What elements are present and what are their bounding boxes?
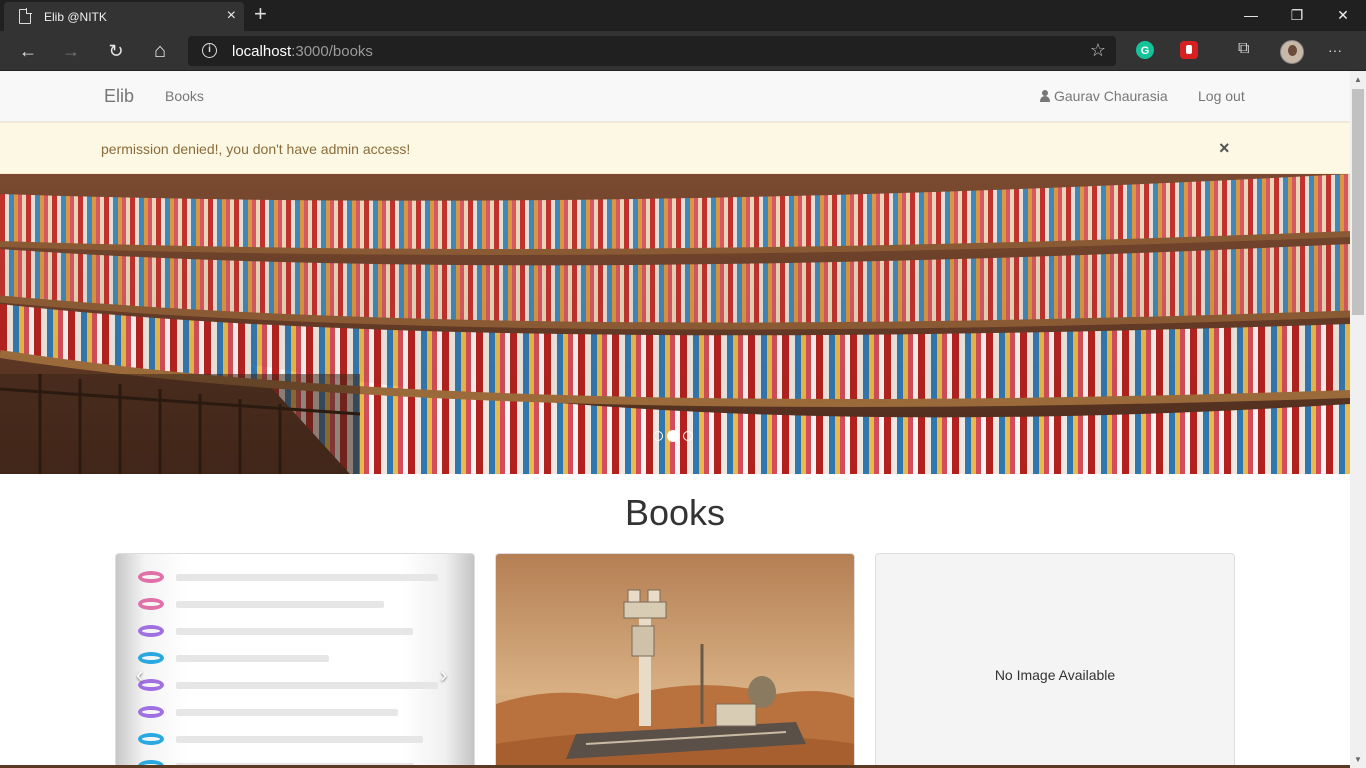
- browser-titlebar: Elib @NITK × + — ❐ ✕: [0, 0, 1366, 31]
- list-row: [138, 625, 438, 637]
- book-card[interactable]: ‹ ›: [115, 553, 475, 768]
- tab-close-icon[interactable]: ×: [227, 7, 236, 25]
- list-row: [138, 706, 438, 718]
- url-text[interactable]: localhost:3000/books: [232, 43, 373, 60]
- forward-icon[interactable]: →: [58, 39, 84, 63]
- page-icon: [19, 8, 32, 24]
- page-viewport: Elib Books Gaurav Chaurasia Log out perm…: [0, 71, 1350, 768]
- list-row: [138, 598, 438, 610]
- back-icon[interactable]: ←: [15, 39, 41, 63]
- list-row: [138, 652, 438, 664]
- mars-rover-image: [496, 554, 854, 768]
- address-bar[interactable]: i localhost:3000/books ☆: [188, 36, 1116, 66]
- url-path: :3000/books: [291, 43, 373, 60]
- profile-avatar[interactable]: [1280, 40, 1304, 64]
- user-icon: [1040, 90, 1050, 102]
- book-card[interactable]: No Image Available: [875, 553, 1235, 768]
- carousel-indicator[interactable]: [653, 430, 663, 441]
- scroll-down-icon[interactable]: ▼: [1354, 755, 1362, 764]
- list-row: [138, 679, 438, 691]
- browser-tab[interactable]: Elib @NITK ×: [4, 2, 244, 31]
- warning-alert: permission denied!, you don't have admin…: [0, 122, 1350, 174]
- carousel-indicator-active[interactable]: [667, 429, 679, 442]
- favorite-star-icon[interactable]: ☆: [1090, 40, 1106, 61]
- user-menu-link[interactable]: Gaurav Chaurasia: [1040, 88, 1168, 104]
- more-options-icon[interactable]: ···: [1328, 42, 1342, 58]
- page-heading: Books: [624, 492, 726, 533]
- url-host: localhost: [232, 43, 292, 60]
- alert-message: permission denied!, you don't have admin…: [101, 141, 411, 157]
- adblock-extension-icon[interactable]: [1180, 41, 1198, 59]
- card-prev-arrow-icon[interactable]: ‹: [136, 662, 143, 688]
- no-image-text: No Image Available: [994, 667, 1116, 683]
- brand-link[interactable]: Elib: [104, 86, 134, 107]
- book-card[interactable]: [495, 553, 855, 768]
- list-row: [138, 733, 438, 745]
- tab-title: Elib @NITK: [44, 10, 107, 24]
- minimize-icon[interactable]: —: [1228, 0, 1274, 31]
- home-icon[interactable]: ⌂: [147, 39, 173, 63]
- hero-carousel[interactable]: [0, 174, 1350, 474]
- scroll-up-icon[interactable]: ▲: [1354, 75, 1362, 84]
- svg-text:G: G: [1141, 45, 1150, 57]
- card-next-arrow-icon[interactable]: ›: [440, 662, 447, 688]
- collections-icon[interactable]: ⧉: [1238, 40, 1249, 58]
- user-name: Gaurav Chaurasia: [1054, 88, 1168, 104]
- nav-books-link[interactable]: Books: [165, 88, 204, 104]
- alert-close-icon[interactable]: ×: [1219, 138, 1230, 159]
- browser-toolbar: ← → ↻ ⌂ i localhost:3000/books ☆ G ⧉ ···: [0, 31, 1366, 71]
- refresh-icon[interactable]: ↻: [103, 39, 129, 63]
- scrollbar-thumb[interactable]: [1352, 89, 1364, 315]
- page-scrollbar[interactable]: ▲ ▼: [1350, 71, 1366, 768]
- site-info-icon[interactable]: i: [202, 43, 217, 58]
- carousel-indicator[interactable]: [683, 430, 693, 441]
- carousel-indicators: [653, 427, 697, 445]
- list-row: [138, 571, 438, 583]
- new-tab-icon[interactable]: +: [254, 3, 267, 25]
- site-navbar: Elib Books Gaurav Chaurasia Log out: [0, 71, 1350, 122]
- maximize-icon[interactable]: ❐: [1274, 0, 1320, 31]
- window-close-icon[interactable]: ✕: [1320, 0, 1366, 31]
- grammarly-extension-icon[interactable]: G: [1136, 41, 1154, 59]
- logout-link[interactable]: Log out: [1198, 88, 1245, 104]
